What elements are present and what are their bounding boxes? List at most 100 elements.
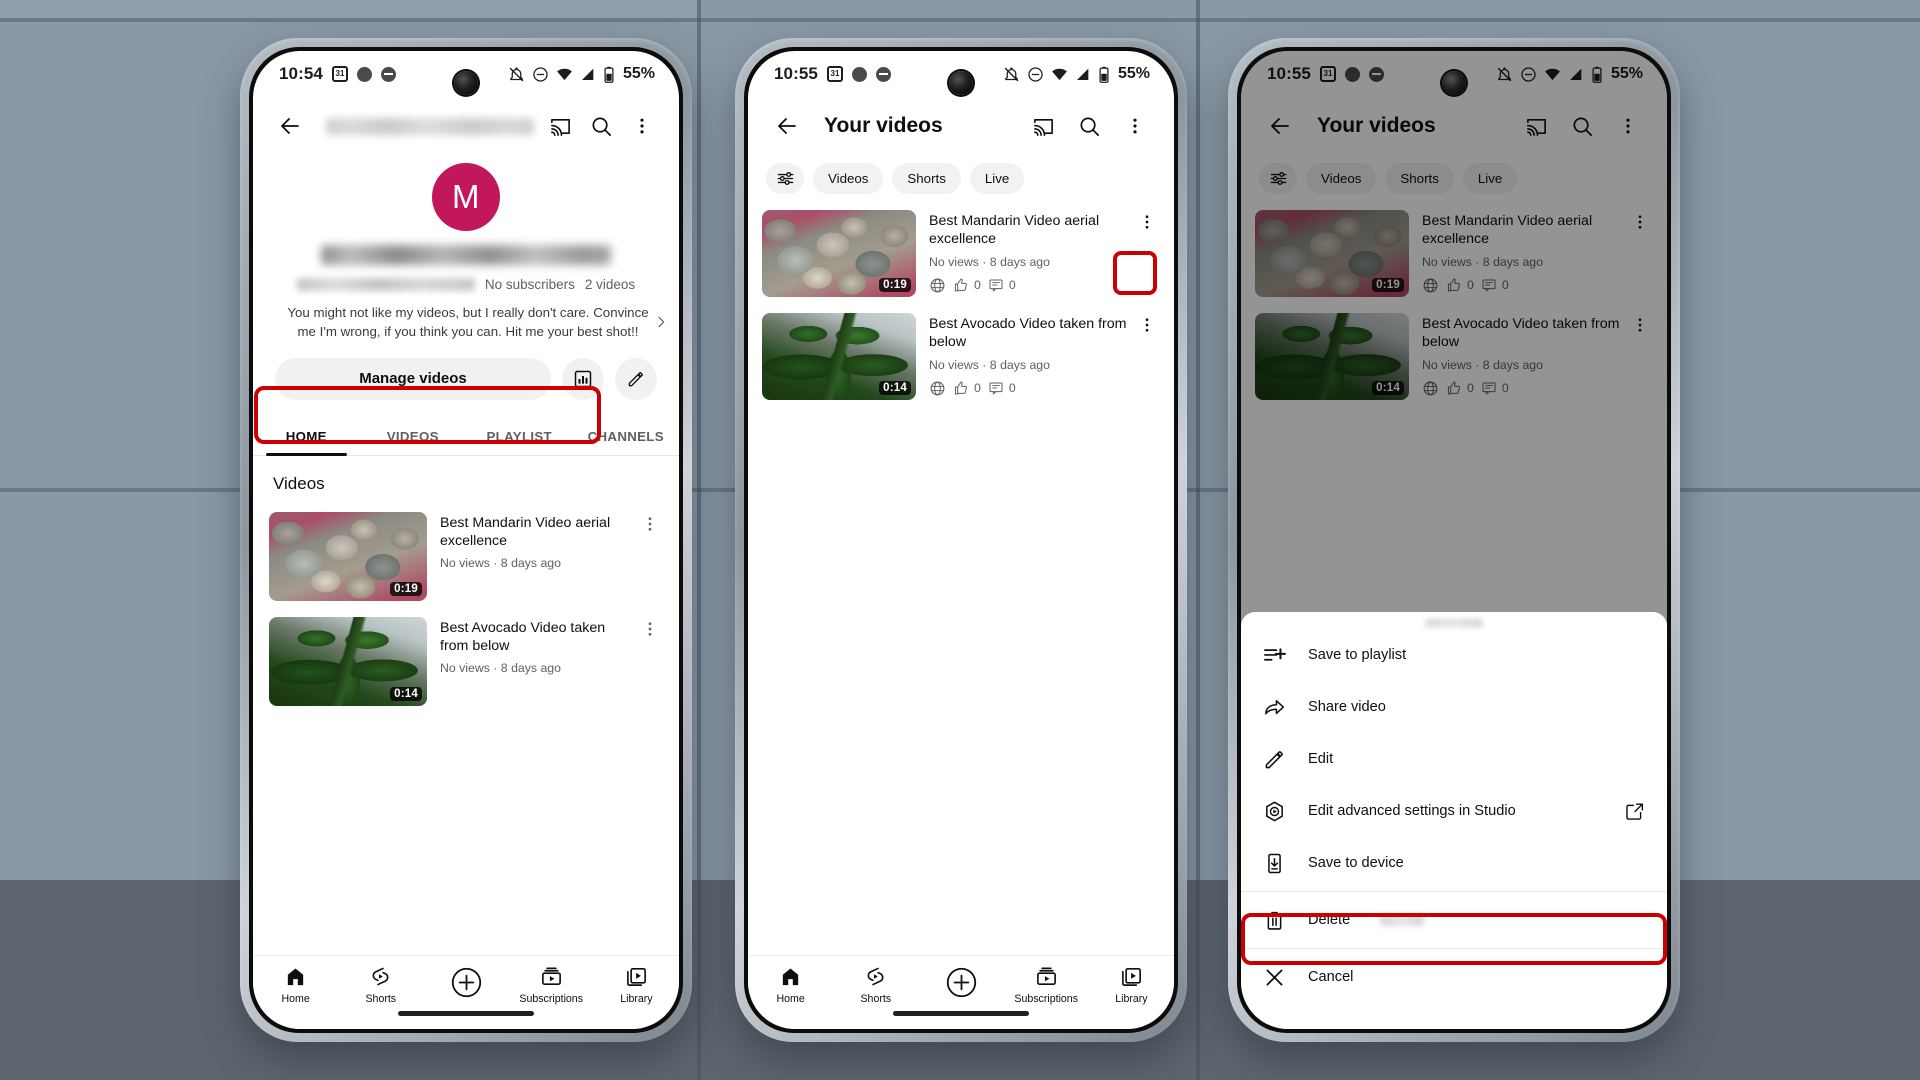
- nav-create[interactable]: [918, 965, 1003, 1004]
- avatar[interactable]: M: [432, 163, 500, 231]
- nav-subscriptions[interactable]: Subscriptions: [1004, 965, 1089, 1005]
- channel-video-list: 0:19 Best Mandarin Video aerial excellen…: [253, 506, 679, 716]
- video-duration: 0:14: [879, 381, 911, 395]
- video-count: 2 videos: [584, 277, 636, 292]
- tab-channels[interactable]: CHANNELS: [573, 416, 680, 455]
- back-arrow-icon[interactable]: [271, 105, 308, 147]
- create-plus-icon: [451, 967, 481, 998]
- nav-create[interactable]: [423, 965, 508, 1004]
- menu-item-label: Edit: [1308, 751, 1334, 767]
- video-more-icon[interactable]: [637, 512, 663, 533]
- studio-icon: [1266, 801, 1283, 821]
- phone-1-screen: 10:54 31 55% M No subscribers 2 videos Y…: [253, 51, 679, 1029]
- more-icon[interactable]: [1114, 105, 1156, 147]
- status-clock: 10:55: [774, 64, 818, 83]
- wifi-icon: [1052, 68, 1067, 80]
- video-more-icon[interactable]: [637, 617, 663, 638]
- battery-percent: 55%: [1117, 65, 1150, 82]
- search-icon[interactable]: [1068, 105, 1110, 147]
- battery-percent: 55%: [622, 65, 655, 82]
- channel-description-text: You might not like my videos, but I real…: [287, 305, 649, 340]
- close-icon: [1266, 969, 1283, 985]
- chip-live[interactable]: Live: [969, 163, 1025, 194]
- channel-description[interactable]: You might not like my videos, but I real…: [253, 303, 679, 342]
- menu-item-save-to-device[interactable]: Save to device: [1241, 837, 1667, 889]
- nav-shorts[interactable]: Shorts: [833, 965, 918, 1005]
- nav-shorts[interactable]: Shorts: [338, 965, 423, 1005]
- chevron-right-icon[interactable]: [653, 314, 669, 330]
- backdrop-line-1: [697, 0, 701, 1080]
- table-row[interactable]: 0:19 Best Mandarin Video aerial excellen…: [762, 204, 1160, 307]
- video-meta: No views · 8 days ago: [929, 254, 1050, 269]
- video-more-icon[interactable]: [1134, 210, 1160, 231]
- video-title: Best Avocado Video taken from below: [440, 619, 606, 654]
- like-count: 0: [974, 278, 981, 293]
- menu-item-share-video[interactable]: Share video: [1241, 681, 1667, 733]
- back-arrow-icon[interactable]: [766, 105, 808, 147]
- subscriptions-icon: [1036, 967, 1056, 985]
- backdrop-panel: [0, 0, 697, 18]
- analytics-icon[interactable]: [562, 357, 604, 400]
- home-icon: [287, 968, 304, 986]
- menu-item-delete[interactable]: Delete: [1241, 894, 1667, 946]
- video-thumbnail[interactable]: 0:19: [762, 210, 916, 297]
- subscriber-count: No subscribers: [484, 277, 575, 292]
- video-thumbnail[interactable]: 0:19: [269, 511, 427, 601]
- nav-subscriptions[interactable]: Subscriptions: [509, 965, 594, 1005]
- sheet-grab-handle[interactable]: [1425, 619, 1483, 627]
- nav-home[interactable]: Home: [748, 965, 833, 1005]
- filter-chips: Videos Shorts Live: [748, 155, 1174, 204]
- nav-library[interactable]: Library: [1089, 965, 1174, 1005]
- chip-shorts[interactable]: Shorts: [892, 163, 961, 194]
- tab-playlist[interactable]: PLAYLIST: [466, 416, 573, 455]
- video-thumbnail[interactable]: 0:14: [269, 616, 427, 706]
- nav-library[interactable]: Library: [594, 965, 679, 1005]
- table-row[interactable]: 0:19 Best Mandarin Video aerial excellen…: [269, 506, 663, 611]
- video-thumbnail[interactable]: 0:14: [762, 313, 916, 400]
- menu-item-label: Save to device: [1308, 855, 1404, 871]
- cast-icon[interactable]: [1022, 105, 1064, 147]
- menu-item-cancel[interactable]: Cancel: [1241, 951, 1667, 1003]
- gesture-bar: [893, 1011, 1029, 1016]
- nav-library-label: Library: [620, 993, 653, 1005]
- public-globe-icon: [930, 278, 945, 293]
- save-to-playlist-icon: [1264, 647, 1286, 661]
- channel-actions-row: Manage videos: [253, 342, 679, 400]
- manage-videos-button[interactable]: Manage videos: [275, 357, 551, 400]
- minus-circle-icon: [875, 66, 891, 82]
- app-bar: [253, 97, 679, 155]
- download-icon: [1268, 853, 1281, 873]
- tab-home[interactable]: HOME: [253, 416, 360, 456]
- channel-title-blurred: [326, 117, 534, 135]
- status-clock: 10:54: [279, 64, 323, 83]
- tab-videos[interactable]: VIDEOS: [360, 416, 467, 455]
- dot-icon: [851, 66, 867, 82]
- phone-3-screen: 10:55 31 55% Your videos Videos Shorts L…: [1241, 51, 1667, 1029]
- menu-item-label: Edit advanced settings in Studio: [1308, 803, 1516, 819]
- chip-videos[interactable]: Videos: [813, 163, 884, 194]
- more-icon[interactable]: [624, 105, 661, 147]
- comment-icon: [989, 382, 1003, 395]
- video-duration: 0:19: [390, 581, 422, 596]
- front-camera-icon: [949, 71, 973, 95]
- menu-item-save-to-playlist[interactable]: Save to playlist: [1241, 629, 1667, 681]
- filter-icon[interactable]: [766, 163, 804, 194]
- edit-icon[interactable]: [615, 357, 657, 400]
- channel-tabs: HOME VIDEOS PLAYLIST CHANNELS: [253, 416, 679, 456]
- video-title: Best Mandarin Video aerial excellence: [440, 514, 611, 549]
- video-meta: No views · 8 days ago: [440, 556, 561, 571]
- app-bar: Your videos: [748, 97, 1174, 155]
- menu-item-edit-advanced-settings[interactable]: Edit advanced settings in Studio: [1241, 785, 1667, 837]
- table-row[interactable]: 0:14 Best Avocado Video taken from below…: [269, 611, 663, 716]
- library-icon: [626, 968, 646, 986]
- cast-icon[interactable]: [542, 105, 579, 147]
- menu-item-edit[interactable]: Edit: [1241, 733, 1667, 785]
- video-more-icon[interactable]: [1134, 313, 1160, 334]
- battery-icon: [1099, 66, 1109, 83]
- backdrop-line-2: [1196, 0, 1200, 1080]
- external-link-icon: [1624, 801, 1645, 822]
- table-row[interactable]: 0:14 Best Avocado Video taken from below…: [762, 307, 1160, 410]
- search-icon[interactable]: [583, 105, 620, 147]
- do-not-disturb-icon: [1028, 66, 1043, 82]
- nav-home[interactable]: Home: [253, 965, 338, 1005]
